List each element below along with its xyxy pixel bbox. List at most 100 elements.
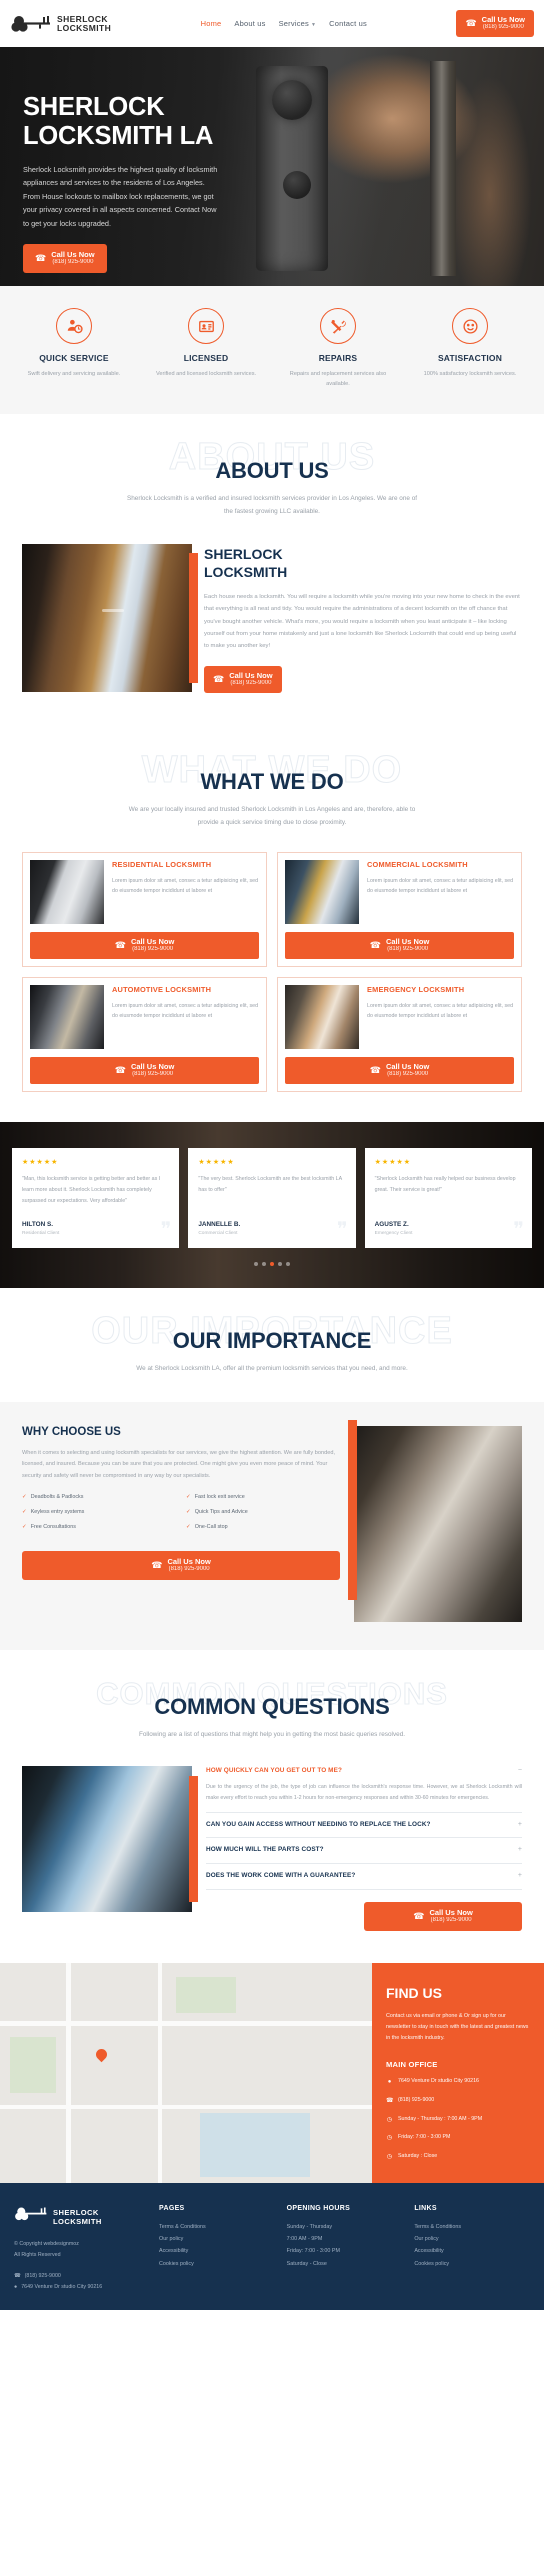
faq-item[interactable]: CAN YOU GAIN ACCESS WITHOUT NEEDING TO R… (206, 1813, 522, 1839)
nav-item-about-us[interactable]: About us (234, 19, 265, 28)
plus-icon[interactable]: + (518, 1820, 522, 1829)
map-pin-icon[interactable] (93, 2046, 110, 2063)
carousel-dot[interactable] (254, 1261, 258, 1266)
office-hours-text: Saturday : Close (398, 2153, 438, 2160)
hero-call-button[interactable]: ☎ Call Us Now (818) 925-9000 (23, 244, 107, 274)
why-list-label: Quick Tips and Advice (194, 1509, 248, 1516)
quick-service-icon (56, 308, 92, 344)
carousel-dot[interactable] (286, 1261, 290, 1266)
testimonial-name: HILTON S. (22, 1220, 54, 1228)
service-card-call-button[interactable]: ☎ Call Us Now (818) 925-9000 (285, 1056, 514, 1084)
faq-call-button[interactable]: ☎ Call Us Now (818) 925-9000 (364, 1901, 522, 1931)
service-card-automotive[interactable]: AUTOMOTIVE LOCKSMITH Lorem ipsum dolor s… (22, 976, 267, 1092)
footer-link-item[interactable]: Accessibility (414, 2245, 530, 2257)
phone-icon: ☎ (114, 1064, 126, 1075)
faq-item[interactable]: DOES THE WORK COME WITH A GUARANTEE? + (206, 1864, 522, 1890)
footer-column-heading: LINKS (414, 2205, 437, 2213)
plus-icon[interactable]: + (518, 1845, 522, 1854)
emergency-locksmith-image (285, 984, 359, 1049)
office-phone-text: (818) 925-9000 (398, 2096, 435, 2103)
check-icon: ✓ (186, 1509, 191, 1516)
faq-item[interactable]: HOW MUCH WILL THE PARTS COST? + (206, 1838, 522, 1865)
office-phone-line[interactable]: ☎ (818) 925-9000 (386, 2096, 530, 2107)
footer-link-item[interactable]: Our policy (414, 2233, 530, 2245)
repairs-icon (320, 308, 356, 344)
faq-question-row[interactable]: CAN YOU GAIN ACCESS WITHOUT NEEDING TO R… (206, 1820, 522, 1830)
minus-icon[interactable]: − (518, 1766, 522, 1775)
footer-column-links: LINKS Terms & Conditions Our policy Acce… (414, 2205, 530, 2292)
testimonial-card: ★★★★★ "The very best. Sherlock Locksmith… (188, 1147, 356, 1248)
why-list-label: One-Call stop (194, 1524, 228, 1531)
faq-item[interactable]: HOW QUICKLY CAN YOU GET OUT TO ME? − Due… (206, 1766, 522, 1813)
footer-link[interactable]: Terms & Conditions (159, 2224, 206, 2230)
service-card-call-button[interactable]: ☎ Call Us Now (818) 925-9000 (285, 931, 514, 959)
service-card-call-button[interactable]: ☎ Call Us Now (818) 925-9000 (30, 1056, 259, 1084)
nav-item-home[interactable]: Home (201, 19, 222, 28)
office-address-line: ● 7649 Venture Dr studio City 90216 (386, 2077, 530, 2088)
feature-quick-service: QUICK SERVICE Swift delivery and servici… (8, 308, 140, 390)
nav-item-contact-us[interactable]: Contact us (329, 19, 367, 28)
rating-stars: ★★★★★ (374, 1158, 412, 1166)
why-call-label: Call Us Now (167, 1556, 211, 1566)
feature-text: Swift delivery and servicing available. (27, 371, 121, 377)
find-us-intro: Contact us via email or phone & Or sign … (386, 2012, 529, 2041)
chevron-down-icon: ▼ (310, 22, 317, 28)
office-address-text: 7649 Venture Dr studio City 90216 (398, 2078, 479, 2085)
faq-question-row[interactable]: DOES THE WORK COME WITH A GUARANTEE? + (206, 1871, 522, 1881)
footer-phone[interactable]: ☎ (818) 925-9000 (14, 2271, 147, 2282)
about-heading-line-1: SHERLOCK (204, 546, 283, 563)
service-card-call-button[interactable]: ☎ Call Us Now (818) 925-9000 (30, 931, 259, 959)
footer-link[interactable]: Cookies policy (414, 2261, 449, 2267)
service-card-emergency[interactable]: EMERGENCY LOCKSMITH Lorem ipsum dolor si… (277, 976, 522, 1092)
faq-question-row[interactable]: HOW QUICKLY CAN YOU GET OUT TO ME? − (206, 1766, 522, 1776)
brand-logo[interactable]: SHERLOCK LOCKSMITH (10, 13, 111, 35)
service-call-label: Call Us Now (385, 1061, 430, 1071)
footer-brand-line-2: LOCKSMITH (53, 2216, 102, 2226)
footer-link[interactable]: Terms & Conditions (414, 2224, 461, 2230)
plus-icon[interactable]: + (518, 1871, 522, 1880)
carousel-dot[interactable] (278, 1261, 282, 1266)
footer-logo[interactable]: SHERLOCK LOCKSMITH (14, 2205, 147, 2228)
find-us-section: FIND US Contact us via email or phone & … (0, 1962, 544, 2184)
why-call-button[interactable]: ☎ Call Us Now (818) 925-9000 (22, 1550, 340, 1580)
carousel-dot[interactable] (262, 1261, 266, 1266)
footer-brand-line-1: SHERLOCK (53, 2207, 99, 2217)
footer-link-item[interactable]: Our policy (159, 2233, 275, 2245)
footer-phone-text: (818) 925-9000 (24, 2273, 61, 2280)
footer-link[interactable]: Cookies policy (159, 2261, 194, 2267)
importance-section: OUR IMPORTANCE OUR IMPORTANCE We at Sher… (0, 1287, 544, 1654)
footer-rights: All Rights Reserved (14, 2252, 61, 2259)
faq-question-row[interactable]: HOW MUCH WILL THE PARTS COST? + (206, 1845, 522, 1855)
hero-title: SHERLOCK LOCKSMITH LA (23, 93, 263, 151)
footer-link-item[interactable]: Terms & Conditions (414, 2221, 530, 2233)
location-map[interactable] (0, 1962, 372, 2184)
nav-item-services-label: Services (278, 19, 309, 28)
testimonial-card: ★★★★★ "Man, this locksmith service is ge… (12, 1147, 180, 1248)
footer-hours-item: Sunday - Thursday (286, 2224, 333, 2231)
header-call-button[interactable]: ☎ Call Us Now (818) 925-9000 (456, 9, 534, 38)
service-card-commercial[interactable]: COMMERCIAL LOCKSMITH Lorem ipsum dolor s… (277, 851, 522, 967)
footer-link[interactable]: Accessibility (159, 2248, 188, 2254)
testimonial-role: Emergency Client (374, 1230, 413, 1236)
testimonial-name: AGUSTE Z. (374, 1220, 409, 1228)
footer-address: ● 7649 Venture Dr studio City 90216 (14, 2282, 147, 2293)
footer-link-item[interactable]: Cookies policy (159, 2258, 275, 2270)
footer-link-item[interactable]: Terms & Conditions (159, 2221, 275, 2233)
office-hours-line: ◷ Saturday : Close (386, 2152, 530, 2163)
office-hours-line: ◷ Friday: 7:00 - 3:00 PM (386, 2133, 530, 2144)
service-call-label: Call Us Now (130, 1061, 175, 1071)
footer-link[interactable]: Accessibility (414, 2248, 443, 2254)
about-call-button[interactable]: ☎ Call Us Now (818) 925-9000 (204, 665, 282, 693)
footer-link-item[interactable]: Accessibility (159, 2245, 275, 2257)
footer-link[interactable]: Our policy (414, 2236, 438, 2242)
footer-link-item[interactable]: Cookies policy (414, 2258, 530, 2270)
service-cards: RESIDENTIAL LOCKSMITH Lorem ipsum dolor … (0, 830, 544, 1092)
footer-link[interactable]: Our policy (159, 2236, 183, 2242)
main-office-heading: MAIN OFFICE (386, 2060, 438, 2070)
nav-item-services[interactable]: Services ▼ (279, 19, 317, 28)
hero-paragraph: Sherlock Locksmith provides the highest … (23, 164, 218, 228)
faq-answer: Due to the urgency of the job, the type … (206, 1784, 522, 1801)
carousel-dot-active[interactable] (270, 1261, 274, 1266)
service-card-residential[interactable]: RESIDENTIAL LOCKSMITH Lorem ipsum dolor … (22, 851, 267, 967)
what-we-do-subtitle: We are your locally insured and trusted … (128, 805, 416, 826)
